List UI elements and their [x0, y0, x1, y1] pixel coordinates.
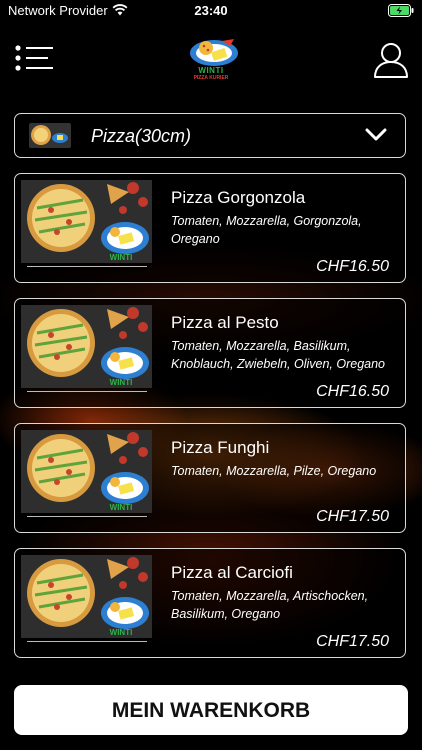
battery-icon: [388, 4, 414, 17]
product-price: CHF16.50: [316, 383, 389, 400]
pizza-logo-icon: [190, 39, 238, 66]
product-name: Pizza al Carciofi: [171, 563, 293, 582]
product-name: Pizza Funghi: [171, 438, 270, 457]
image-underline: [27, 266, 147, 267]
product-name: Pizza Gorgonzola: [171, 188, 306, 207]
product-card[interactable]: WINTI Pizza al Pesto Tomaten, Mozzarella…: [14, 298, 406, 408]
product-price: CHF17.50: [316, 508, 389, 525]
product-description: Tomaten, Mozzarella, Artischocken, Basil…: [171, 589, 369, 621]
svg-text:WINTI: WINTI: [110, 503, 133, 512]
product-description: Tomaten, Mozzarella, Pilze, Oregano: [171, 464, 377, 478]
image-underline: [27, 516, 147, 517]
category-label: Pizza(30cm): [91, 126, 192, 146]
hamburger-menu-icon[interactable]: [14, 44, 54, 74]
product-image: WINTI: [21, 430, 152, 513]
product-description: Tomaten, Mozzarella, Basilikum, Knoblauc…: [171, 339, 386, 371]
product-card[interactable]: WINTI Pizza al Carciofi Tomaten, Mozzare…: [14, 548, 406, 658]
product-image: WINTI: [21, 305, 152, 388]
logo-subtext: PIZZA KURIER: [193, 75, 229, 81]
chevron-down-icon: [365, 128, 387, 141]
app-logo: WINTI PIZZA KURIER: [178, 36, 244, 84]
product-price: CHF17.50: [316, 633, 389, 650]
status-bar: Network Provider 23:40: [0, 0, 422, 22]
product-name: Pizza al Pesto: [171, 313, 279, 332]
logo-text: WINTI: [198, 66, 224, 75]
cart-button[interactable]: MEIN WARENKORB: [14, 685, 408, 735]
svg-text:WINTI: WINTI: [110, 628, 133, 637]
category-thumbnail: [29, 123, 71, 148]
product-image: WINTI: [21, 555, 152, 638]
image-underline: [27, 391, 147, 392]
product-card[interactable]: WINTI Pizza Gorgonzola Tomaten, Mozzarel…: [14, 173, 406, 283]
status-time: 23:40: [194, 3, 228, 18]
svg-text:WINTI: WINTI: [110, 253, 133, 262]
image-underline: [27, 641, 147, 642]
product-image: WINTI: [21, 180, 152, 263]
product-description: Tomaten, Mozzarella, Gorgonzola, Oregano: [171, 214, 362, 246]
category-dropdown[interactable]: Pizza(30cm): [14, 113, 406, 158]
product-price: CHF16.50: [316, 258, 389, 275]
svg-text:WINTI: WINTI: [110, 378, 133, 387]
user-profile-icon[interactable]: [372, 40, 410, 80]
product-card[interactable]: WINTI Pizza Funghi Tomaten, Mozzarella, …: [14, 423, 406, 533]
